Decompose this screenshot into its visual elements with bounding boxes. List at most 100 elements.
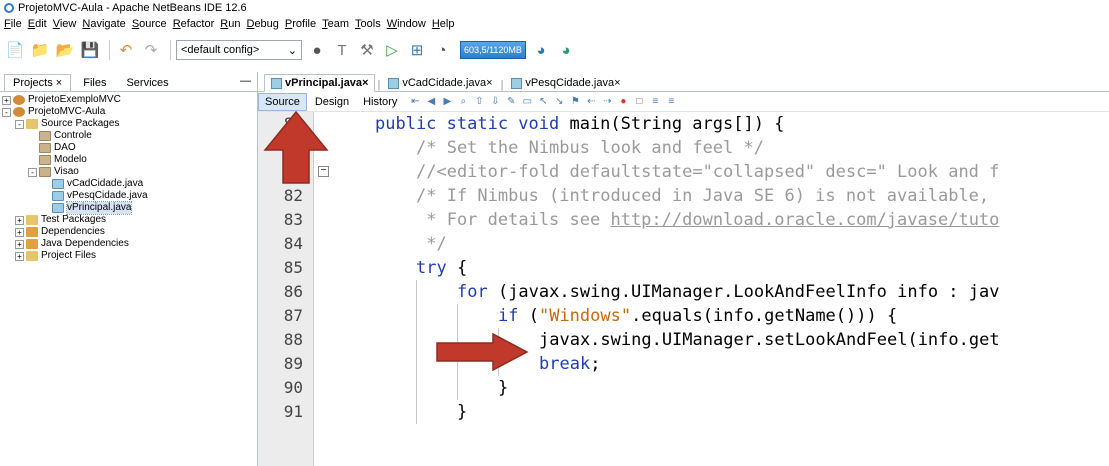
- editor-tab[interactable]: vPesqCidade.java ×: [505, 75, 626, 91]
- tree-node[interactable]: + Project Files: [0, 250, 257, 262]
- close-tab-icon[interactable]: ×: [614, 77, 620, 89]
- tree-node-label: Test Packages: [41, 214, 107, 225]
- code-link[interactable]: http://download.oracle.com/javase/tuto: [610, 210, 999, 230]
- tree-node[interactable]: + Java Dependencies: [0, 238, 257, 250]
- menu-help[interactable]: Help: [432, 18, 455, 30]
- menu-run[interactable]: Run: [220, 18, 240, 30]
- tree-node[interactable]: vPesqCidade.java: [0, 190, 257, 202]
- comment-icon[interactable]: ≡: [649, 96, 661, 108]
- debug-icon[interactable]: ⊞: [406, 39, 428, 61]
- code-text[interactable]: public static void main(String args[]) {…: [334, 112, 1109, 466]
- menu-window[interactable]: Window: [387, 18, 426, 30]
- expand-icon[interactable]: +: [15, 239, 24, 249]
- tree-node[interactable]: Controle: [0, 130, 257, 142]
- tree-node[interactable]: vPrincipal.java: [0, 201, 257, 215]
- next-bookmark-icon[interactable]: ↘: [553, 96, 565, 108]
- expand-icon[interactable]: +: [15, 227, 24, 237]
- menu-tools[interactable]: Tools: [355, 18, 381, 30]
- editor-tab[interactable]: vCadCidade.java ×: [382, 75, 498, 91]
- java-file-icon: [271, 77, 282, 89]
- collapse-icon[interactable]: -: [15, 119, 24, 129]
- tree-node[interactable]: vCadCidade.java: [0, 178, 257, 190]
- forward-icon[interactable]: ▶: [441, 96, 453, 108]
- expand-icon[interactable]: +: [2, 95, 11, 105]
- gc2-icon[interactable]: ◕: [555, 39, 577, 61]
- clean-build-icon[interactable]: T: [331, 39, 353, 61]
- prev-bookmark-icon[interactable]: ↖: [537, 96, 549, 108]
- new-project-icon[interactable]: 📁: [29, 39, 51, 61]
- menu-refactor[interactable]: Refactor: [173, 18, 215, 30]
- tab-files[interactable]: Files: [75, 75, 114, 91]
- tree-node[interactable]: + Dependencies: [0, 226, 257, 238]
- line-number: 90: [283, 378, 303, 397]
- tree-node[interactable]: - Visao: [0, 166, 257, 178]
- collapse-icon[interactable]: -: [2, 107, 11, 117]
- tree-node[interactable]: + ProjetoExemploMVC: [0, 94, 257, 106]
- menu-file[interactable]: File: [4, 18, 22, 30]
- tree-node-label: Project Files: [41, 250, 97, 261]
- stop-macro-icon[interactable]: □: [633, 96, 645, 108]
- globe-icon[interactable]: ●: [306, 39, 328, 61]
- shift-right-icon[interactable]: ⇢: [601, 96, 613, 108]
- find-icon[interactable]: ⌕: [457, 96, 469, 108]
- menu-profile[interactable]: Profile: [285, 18, 316, 30]
- tree-node[interactable]: - Source Packages: [0, 118, 257, 130]
- expand-icon[interactable]: +: [15, 215, 24, 225]
- tree-node-label: vCadCidade.java: [67, 178, 144, 189]
- gc-icon[interactable]: ◕: [530, 39, 552, 61]
- code-token: .equals(info.getName())) {: [631, 306, 898, 326]
- toggle-selection-icon[interactable]: ▭: [521, 96, 533, 108]
- profile-icon[interactable]: ◔: [431, 39, 453, 61]
- menu-team[interactable]: Team: [322, 18, 349, 30]
- config-select[interactable]: <default config> ⌄: [176, 40, 302, 60]
- open-project-icon[interactable]: 📂: [54, 39, 76, 61]
- shift-left-icon[interactable]: ⇠: [585, 96, 597, 108]
- menu-view[interactable]: View: [53, 18, 77, 30]
- find-prev-icon[interactable]: ⇧: [473, 96, 485, 108]
- build-icon[interactable]: ⚒: [356, 39, 378, 61]
- editor-tab[interactable]: vPrincipal.java ×: [264, 74, 376, 92]
- tree-node-label: Controle: [54, 130, 92, 141]
- tree-node[interactable]: - ProjetoMVC-Aula: [0, 106, 257, 118]
- package-icon: [39, 167, 51, 177]
- back-icon[interactable]: ◀: [425, 96, 437, 108]
- window-title: ProjetoMVC-Aula - Apache NetBeans IDE 12…: [18, 2, 247, 14]
- redo-icon[interactable]: ↷: [140, 39, 162, 61]
- toggle-bookmark-icon[interactable]: ⚑: [569, 96, 581, 108]
- save-all-icon[interactable]: 💾: [79, 39, 101, 61]
- design-view-button[interactable]: Design: [309, 94, 355, 110]
- menu-navigate[interactable]: Navigate: [82, 18, 125, 30]
- code-area[interactable]: 808182838485868788899091 − public static…: [258, 112, 1109, 466]
- run-icon[interactable]: ▷: [381, 39, 403, 61]
- tab-services[interactable]: Services: [118, 75, 176, 91]
- minimize-icon[interactable]: —: [240, 75, 251, 87]
- new-file-icon[interactable]: 📄: [4, 39, 26, 61]
- editor-tab-label: vPesqCidade.java: [525, 77, 615, 89]
- menu-edit[interactable]: Edit: [28, 18, 47, 30]
- tree-node[interactable]: DAO: [0, 142, 257, 154]
- tab-projects[interactable]: Projects ×: [4, 74, 72, 91]
- expand-icon[interactable]: +: [15, 251, 24, 261]
- code-token: public static void: [375, 114, 570, 134]
- toggle-highlight-icon[interactable]: ✎: [505, 96, 517, 108]
- source-view-button[interactable]: Source: [258, 92, 307, 111]
- tree-node[interactable]: + Test Packages: [0, 214, 257, 226]
- history-view-button[interactable]: History: [357, 94, 403, 110]
- menu-source[interactable]: Source: [132, 18, 167, 30]
- line-number: 86: [283, 282, 303, 301]
- last-edit-icon[interactable]: ⇤: [409, 96, 421, 108]
- memory-indicator[interactable]: 603,5/1120MB: [460, 41, 526, 59]
- menu-debug[interactable]: Debug: [246, 18, 278, 30]
- tree-node-label: ProjetoExemploMVC: [28, 94, 121, 105]
- uncomment-icon[interactable]: ≡: [665, 96, 677, 108]
- undo-icon[interactable]: ↶: [115, 39, 137, 61]
- tree-node[interactable]: Modelo: [0, 154, 257, 166]
- menu-bar: File Edit View Navigate Source Refactor Run Deb…: [0, 16, 1109, 32]
- find-next-icon[interactable]: ⇩: [489, 96, 501, 108]
- close-tab-icon[interactable]: ×: [362, 77, 368, 89]
- editor: vPrincipal.java × | vCadCidade.java × | vPes…: [258, 72, 1109, 466]
- code-line: /* Set the Nimbus look and feel */: [416, 136, 764, 160]
- close-tab-icon[interactable]: ×: [486, 77, 492, 89]
- collapse-icon[interactable]: -: [28, 167, 37, 177]
- record-macro-icon[interactable]: ●: [617, 96, 629, 108]
